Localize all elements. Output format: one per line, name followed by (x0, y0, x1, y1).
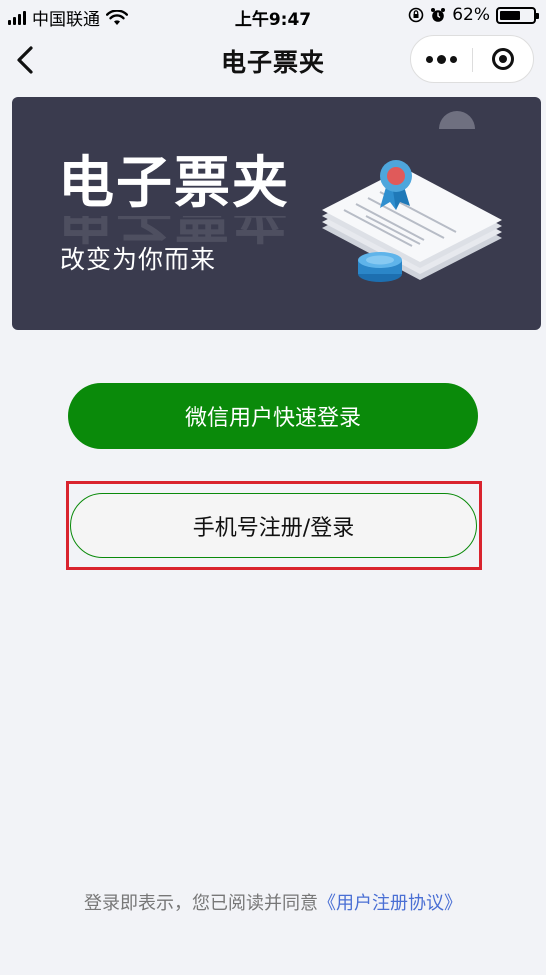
agreement-footer: 登录即表示，您已阅读并同意《用户注册协议》 (0, 889, 546, 915)
nav-bar: 电子票夹 (0, 30, 546, 90)
more-dots-icon[interactable] (411, 36, 472, 82)
user-agreement-link[interactable]: 《用户注册协议》 (318, 893, 462, 914)
mini-program-capsule (410, 35, 534, 83)
battery-percent: 62% (452, 5, 490, 25)
agreement-prefix: 登录即表示，您已阅读并同意 (84, 893, 318, 914)
orientation-lock-icon (408, 7, 424, 23)
phone-register-login-button[interactable]: 手机号注册/登录 (70, 493, 477, 558)
banner-tab-decoration (439, 111, 475, 129)
target-close-icon[interactable] (473, 36, 533, 82)
certificate-illustration (322, 160, 502, 282)
status-right: 62% (408, 5, 539, 25)
status-bar: 中国联通 上午9:47 62% (0, 0, 546, 30)
alarm-icon (431, 8, 446, 22)
wechat-quick-login-button[interactable]: 微信用户快速登录 (68, 383, 478, 449)
banner-subtitle: 改变为你而来 (60, 245, 217, 274)
battery-icon (496, 6, 539, 24)
banner-title: 电子票夹 (58, 151, 290, 216)
hero-banner: 电子票夹 电子票夹 改变为你而来 (12, 97, 541, 330)
battery-fill (500, 10, 520, 20)
